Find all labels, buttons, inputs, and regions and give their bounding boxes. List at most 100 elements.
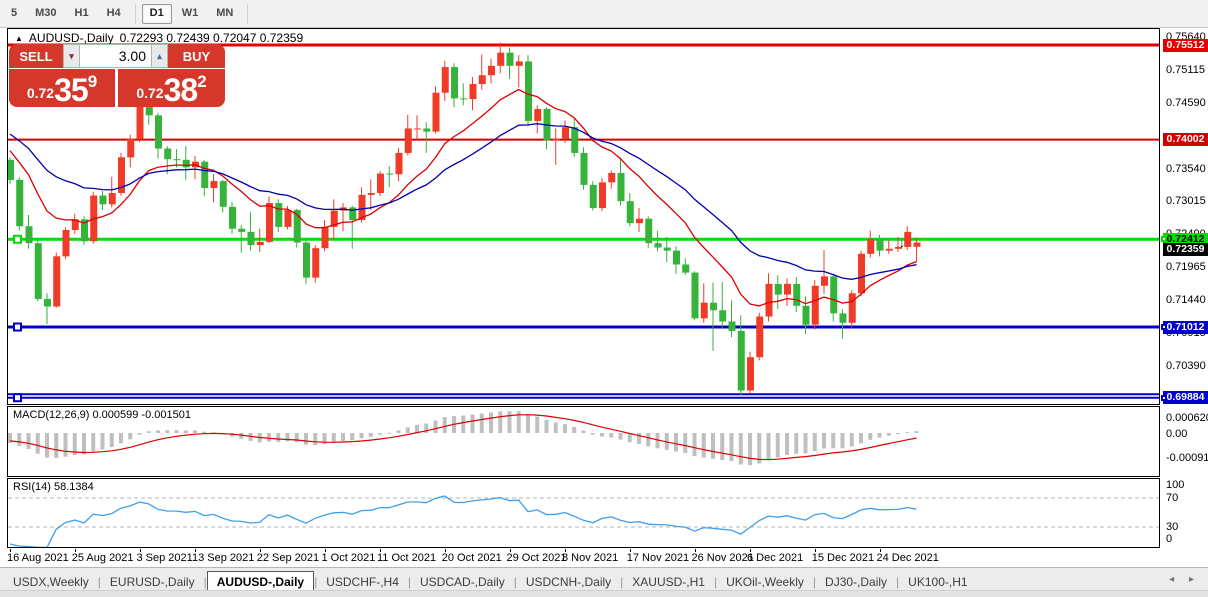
tab-ukoil-weekly[interactable]: UKOil-,Weekly	[717, 572, 813, 592]
date-axis[interactable]: 16 Aug 202125 Aug 20213 Sep 202113 Sep 2…	[7, 549, 1208, 566]
macd-indicator-pane[interactable]: MACD(12,26,9) 0.000599 -0.001501	[7, 406, 1160, 477]
candle-down	[238, 229, 245, 232]
macd-bar	[535, 417, 539, 433]
macd-bar	[138, 433, 142, 435]
macd-bar	[202, 432, 206, 433]
date-label: 6 Dec 2021	[747, 552, 803, 564]
line-anchor-handle[interactable]	[14, 236, 21, 243]
timeframe-button-mn[interactable]: MN	[208, 4, 241, 24]
sell-arrow-marker[interactable]: ↓	[899, 236, 905, 250]
volume-input[interactable]: 3.00	[80, 44, 151, 68]
macd-bar	[591, 433, 595, 435]
macd-bar	[45, 433, 49, 458]
collapse-panel-icon[interactable]: ▲	[15, 34, 23, 43]
candle-up	[849, 293, 856, 322]
sell-price-big: 35	[54, 75, 88, 105]
tab-xauusd-h1[interactable]: XAUUSD-,H1	[623, 572, 714, 592]
rsi-indicator-pane[interactable]: RSI(14) 58.1384	[7, 478, 1160, 548]
macd-bar	[526, 414, 530, 433]
candle-down	[248, 232, 255, 245]
volume-decrease-button[interactable]: ▾	[63, 44, 80, 68]
badge-anchor-square	[1161, 324, 1167, 330]
sell-price-display[interactable]: 0.72 35 9	[9, 69, 115, 107]
macd-bar	[794, 433, 798, 454]
tab-uk100-h1[interactable]: UK100-,H1	[899, 572, 976, 592]
macd-bar	[813, 433, 817, 451]
date-label: 1 Oct 2021	[322, 552, 376, 564]
one-click-trade-panel: SELL ▾ 3.00 ▴ BUY 0.72 35 9 0.72 38 2	[9, 44, 228, 107]
candle-down	[775, 284, 782, 295]
toolbar-separator	[247, 4, 248, 24]
rsi-line	[10, 496, 917, 547]
candle-down	[460, 98, 467, 99]
line-anchor-handle[interactable]	[14, 394, 21, 401]
buy-price-display[interactable]: 0.72 38 2	[118, 69, 225, 107]
candle-up	[470, 84, 477, 99]
macd-bar	[609, 433, 613, 438]
candle-down	[627, 201, 634, 223]
macd-bar	[54, 433, 58, 458]
tab-usdcad-daily[interactable]: USDCAD-,Daily	[411, 572, 514, 592]
candle-down	[692, 273, 699, 319]
tab-usdx-weekly[interactable]: USDX,Weekly	[4, 572, 98, 592]
tab-usdcnh-daily[interactable]: USDCNH-,Daily	[517, 572, 620, 592]
candle-up	[405, 128, 412, 152]
candle-down	[386, 174, 393, 175]
candle-up	[109, 193, 116, 204]
timeframe-button-w1[interactable]: W1	[174, 4, 207, 24]
candle-up	[858, 254, 865, 293]
macd-bar	[27, 433, 31, 449]
candle-down	[590, 185, 597, 208]
macd-bar	[332, 433, 336, 442]
price-badge-0.69884: 0.69884	[1163, 391, 1208, 404]
macd-bar	[480, 414, 484, 433]
candle-down	[710, 303, 717, 311]
date-label: 29 Oct 2021	[507, 552, 567, 564]
candle-down	[423, 128, 430, 131]
candle-down	[738, 331, 745, 391]
timeframe-button-h1[interactable]: H1	[67, 4, 97, 24]
date-label: 17 Nov 2021	[627, 552, 689, 564]
price-axis[interactable]: 0.756400.751150.745900.735400.730150.724…	[1161, 28, 1208, 548]
timeframe-button-d1[interactable]: D1	[142, 4, 172, 24]
price-badge-0.75512: 0.75512	[1163, 39, 1208, 52]
tab-usdchf-h4[interactable]: USDCHF-,H4	[317, 572, 408, 592]
candle-up	[812, 286, 819, 325]
candle-down	[100, 196, 107, 205]
candle-up	[442, 67, 449, 93]
macd-bar	[600, 433, 604, 437]
candle-up	[516, 61, 523, 65]
timeframe-button-m30[interactable]: M30	[27, 4, 64, 24]
candle-down	[8, 160, 14, 180]
line-anchor-handle[interactable]	[14, 324, 21, 331]
timeframe-button-5[interactable]: 5	[3, 4, 25, 24]
tab-scroll-arrows[interactable]: ◂ ▸	[1169, 574, 1200, 585]
price-tick: 0.75115	[1166, 64, 1205, 76]
candle-up	[534, 109, 541, 121]
timeframe-button-h4[interactable]: H4	[99, 4, 129, 24]
candle-down	[44, 299, 51, 307]
date-label: 25 Aug 2021	[72, 552, 134, 564]
macd-bar	[563, 424, 567, 433]
candle-up	[886, 249, 893, 251]
macd-bar	[822, 433, 826, 449]
tab-eurusd-daily[interactable]: EURUSD-,Daily	[101, 572, 204, 592]
macd-bar	[378, 433, 382, 435]
candle-up	[266, 203, 273, 242]
candle-down	[451, 67, 458, 98]
macd-bar	[471, 415, 475, 433]
candle-up	[63, 230, 70, 256]
macd-bar	[341, 433, 345, 441]
candle-down	[840, 313, 847, 322]
candle-up	[562, 127, 569, 138]
buy-button[interactable]: BUY	[168, 44, 225, 68]
candle-up	[784, 284, 791, 295]
volume-increase-button[interactable]: ▴	[151, 44, 168, 68]
macd-bar	[887, 433, 891, 436]
date-label: 8 Nov 2021	[562, 552, 618, 564]
price-chart-pane[interactable]: ▲ AUDUSD-,Daily 0.72293 0.72439 0.72047 …	[7, 28, 1160, 405]
candle-up	[497, 53, 504, 66]
sell-button[interactable]: SELL	[9, 44, 63, 68]
macd-bar	[147, 431, 151, 433]
tab-dj30-daily[interactable]: DJ30-,Daily	[816, 572, 896, 592]
